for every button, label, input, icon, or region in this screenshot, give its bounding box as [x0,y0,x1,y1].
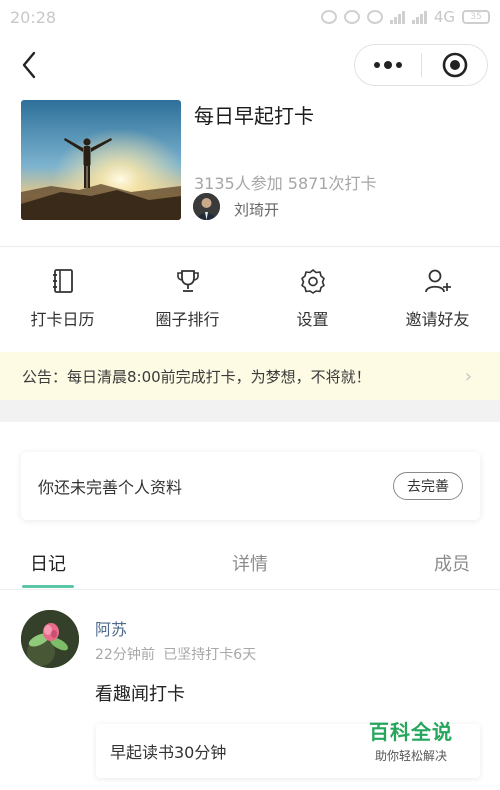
owner-name[interactable]: 刘琦开 [234,199,279,220]
section-divider [0,246,500,247]
content-tabs: 日记 详情 成员 [0,540,500,590]
circle-cover-image[interactable] [21,100,181,220]
action-settings[interactable]: 设置 [250,266,375,346]
sunrise-photo [21,100,181,220]
action-checkin-calendar[interactable]: 打卡日历 [0,266,125,346]
post-streak: 已坚持打卡6天 [163,647,257,663]
section-gap [0,400,500,422]
announcement-banner[interactable]: 公告：每日清晨8:00前完成打卡，为梦想，不将就！ › [0,352,500,400]
action-circle-ranking[interactable]: 圈子排行 [125,266,250,346]
nav-bar [0,34,500,96]
trophy-icon [173,266,203,296]
network-type: 4G [433,8,455,26]
mute-icon [343,10,360,24]
complete-profile-button[interactable]: 去完善 [393,472,463,500]
post-author-name[interactable]: 阿苏 [95,616,127,640]
gear-icon [298,266,328,296]
post-meta: 22分钟前 已坚持打卡6天 [95,644,256,664]
record-circle-icon [442,52,467,78]
watermark-logo: 百科全说 助你轻松解决 [356,716,466,764]
watermark-subtitle: 助你轻松解决 [374,749,447,763]
mini-program-capsule [354,44,488,86]
status-indicators: 4G 35 [320,8,490,26]
more-dots-icon [374,61,402,69]
action-bar: 打卡日历 圈子排行 设置 邀请好友 [0,266,500,346]
circle-title: 每日早起打卡 [194,104,314,128]
profile-prompt-card: 你还未完善个人资料 去完善 [21,452,480,520]
chevron-left-icon [22,51,36,79]
circle-header: 每日早起打卡 3135人参加 5871次打卡 刘琦开 [0,96,500,246]
circle-stats: 3135人参加 5871次打卡 [194,174,377,193]
task-name: 早起读书30分钟 [110,743,227,762]
add-user-icon [423,266,453,296]
calendar-notebook-icon [48,266,78,296]
announcement-text: 公告：每日清晨8:00前完成打卡，为梦想，不将就！ [22,367,371,386]
more-button[interactable] [355,45,421,85]
battery-level: 35 [470,12,482,22]
cell-signal-icon [411,10,427,24]
close-button[interactable] [422,45,487,85]
chevron-right-icon: › [464,365,472,387]
active-tab-indicator [22,585,74,588]
tab-details[interactable]: 详情 [232,550,268,576]
action-label: 圈子排行 [155,310,220,329]
person-silhouette [193,193,220,220]
battery-icon: 35 [462,10,490,24]
watermark-title: 百科全说 [369,720,453,744]
owner-avatar[interactable] [193,193,220,220]
post-body: 看趣闻打卡 [95,684,185,705]
alarm-icon [366,10,383,24]
post-time: 22分钟前 [95,647,155,663]
back-button[interactable] [14,48,44,82]
sync-icon [320,10,337,24]
flower-photo [21,610,79,668]
action-label: 设置 [296,310,329,329]
profile-prompt-text: 你还未完善个人资料 [38,478,183,497]
action-invite-friends[interactable]: 邀请好友 [375,266,500,346]
status-time: 20:28 [10,7,57,27]
action-label: 打卡日历 [30,310,95,329]
author-avatar[interactable] [21,610,79,668]
action-label: 邀请好友 [405,310,470,329]
status-bar: 20:28 4G 35 [0,0,500,34]
tab-members[interactable]: 成员 [434,550,470,576]
wifi-signal-icon [389,10,405,24]
tab-diary[interactable]: 日记 [30,550,66,576]
